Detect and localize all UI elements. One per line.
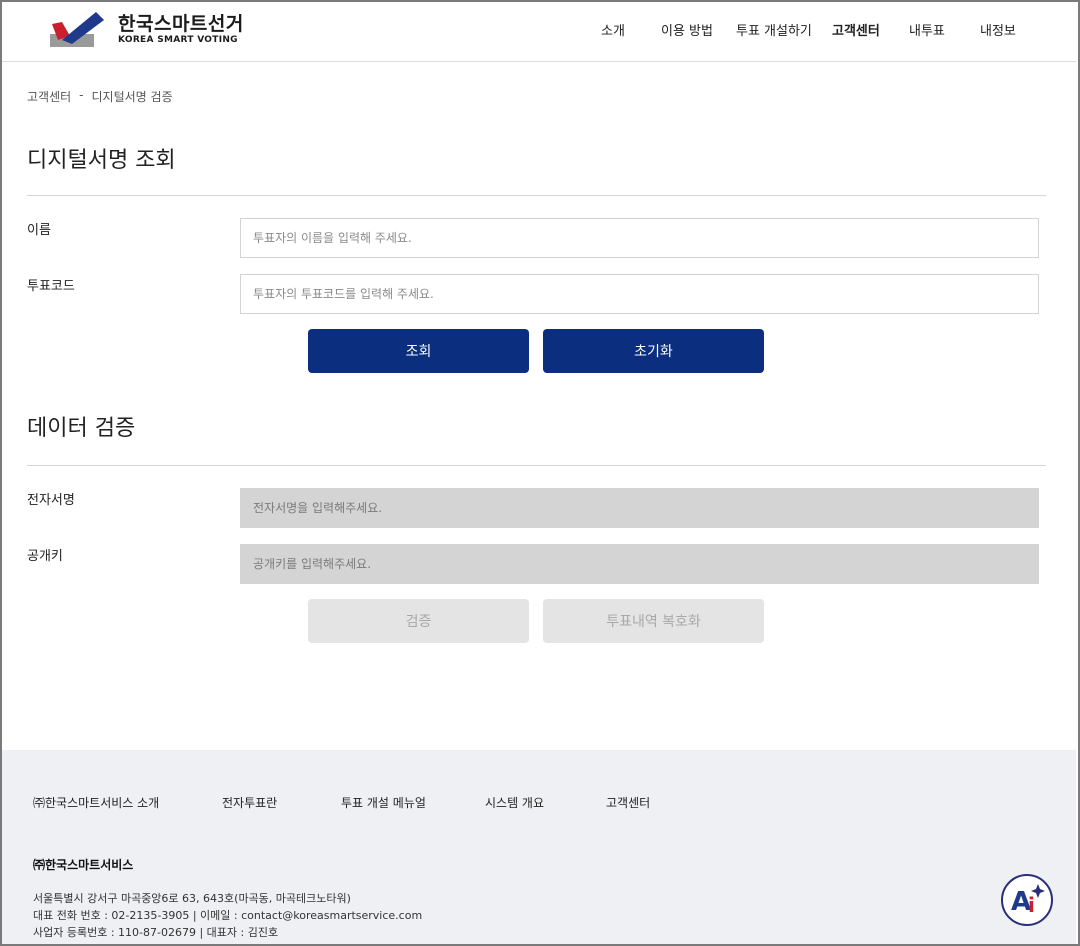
breadcrumb-separator: -: [79, 88, 84, 102]
nav-item-my-info[interactable]: 내정보: [980, 20, 1016, 39]
footer-link-system-overview[interactable]: 시스템 개요: [485, 794, 544, 811]
footer-address: 서울특별시 강서구 마곡중앙6로 63, 643호(마곡동, 마곡테크노타워): [33, 892, 351, 905]
nav-item-create-vote[interactable]: 투표 개설하기: [736, 20, 812, 39]
public-key-input: [240, 544, 1039, 584]
footer-link-company-intro[interactable]: ㈜한국스마트서비스 소개: [33, 794, 159, 811]
divider: [27, 465, 1046, 466]
search-button[interactable]: 조회: [308, 329, 529, 373]
ai-assistant-icon[interactable]: A i: [1001, 874, 1053, 926]
site-footer: ㈜한국스마트서비스 소개 전자투표란 투표 개설 메뉴얼 시스템 개요 고객센터…: [2, 750, 1076, 944]
site-header: 한국스마트선거 KOREA SMART VOTING 소개 이용 방법 투표 개…: [2, 2, 1076, 62]
breadcrumb-item-customer-center[interactable]: 고객센터: [27, 88, 71, 105]
footer-business-info: 사업자 등록번호 : 110-87-02679 | 대표자 : 김진호: [33, 926, 279, 939]
nav-item-intro[interactable]: 소개: [601, 20, 625, 39]
nav-item-customer-center[interactable]: 고객센터: [832, 20, 880, 39]
footer-link-customer-center[interactable]: 고객센터: [606, 794, 650, 811]
breadcrumb: 고객센터 - 디지털서명 검증: [27, 88, 173, 105]
name-input[interactable]: [240, 218, 1039, 258]
public-key-label: 공개키: [27, 549, 63, 564]
breadcrumb-current: 디지털서명 검증: [91, 90, 173, 104]
verify-button: 검증: [308, 599, 529, 643]
vote-code-label: 투표코드: [27, 279, 75, 294]
section-title-signature-lookup: 디지털서명 조회: [27, 148, 176, 173]
reset-button[interactable]: 초기화: [543, 329, 764, 373]
footer-company-name: ㈜한국스마트서비스: [33, 858, 134, 872]
nav-item-my-votes[interactable]: 내투표: [909, 20, 945, 39]
footer-contact: 대표 전화 번호 : 02-2135-3905 | 이메일 : contact@…: [33, 909, 423, 922]
vote-code-input[interactable]: [240, 274, 1039, 314]
signature-input: [240, 488, 1039, 528]
footer-link-manual[interactable]: 투표 개설 메뉴얼: [341, 794, 426, 811]
decrypt-vote-button: 투표내역 복호화: [543, 599, 764, 643]
divider: [27, 195, 1046, 196]
name-label: 이름: [27, 223, 51, 238]
main-nav: 소개 이용 방법 투표 개설하기 고객센터 내투표 내정보: [2, 20, 1076, 42]
svg-text:i: i: [1028, 893, 1035, 917]
section-title-data-verification: 데이터 검증: [27, 416, 136, 441]
footer-link-evoting[interactable]: 전자투표란: [222, 794, 277, 811]
signature-label: 전자서명: [27, 493, 75, 508]
nav-item-how-to-use[interactable]: 이용 방법: [661, 20, 713, 39]
